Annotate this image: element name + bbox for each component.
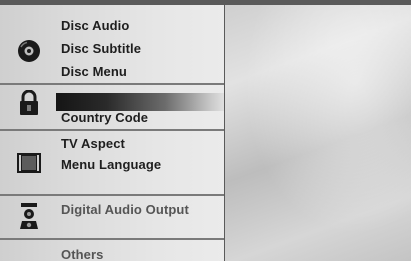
menu-item-menu-language[interactable]: Menu Language bbox=[61, 157, 161, 172]
menu-divider bbox=[0, 83, 224, 85]
menu-item-country-code[interactable]: Country Code bbox=[61, 110, 148, 125]
menu-divider bbox=[0, 129, 224, 131]
menu-item-selected-highlight[interactable] bbox=[56, 93, 224, 111]
menu-divider bbox=[0, 238, 224, 240]
lock-icon bbox=[14, 88, 44, 118]
menu-item-disc-menu[interactable]: Disc Menu bbox=[61, 64, 127, 79]
menu-item-digital-audio-output[interactable]: Digital Audio Output bbox=[61, 202, 189, 217]
disc-icon bbox=[14, 36, 44, 66]
tv-screen-icon bbox=[14, 148, 44, 178]
menu-item-tv-aspect[interactable]: TV Aspect bbox=[61, 136, 125, 151]
setup-menu-list: Disc Audio Disc Subtitle Disc Menu Count… bbox=[0, 5, 224, 261]
setup-menu-screen: Disc Audio Disc Subtitle Disc Menu Count… bbox=[0, 0, 411, 261]
menu-item-disc-subtitle[interactable]: Disc Subtitle bbox=[61, 41, 141, 56]
menu-divider bbox=[0, 194, 224, 196]
speaker-icon bbox=[14, 201, 44, 231]
menu-item-others[interactable]: Others bbox=[61, 247, 104, 261]
submenu-preview-panel bbox=[225, 5, 411, 261]
menu-item-disc-audio[interactable]: Disc Audio bbox=[61, 18, 129, 33]
